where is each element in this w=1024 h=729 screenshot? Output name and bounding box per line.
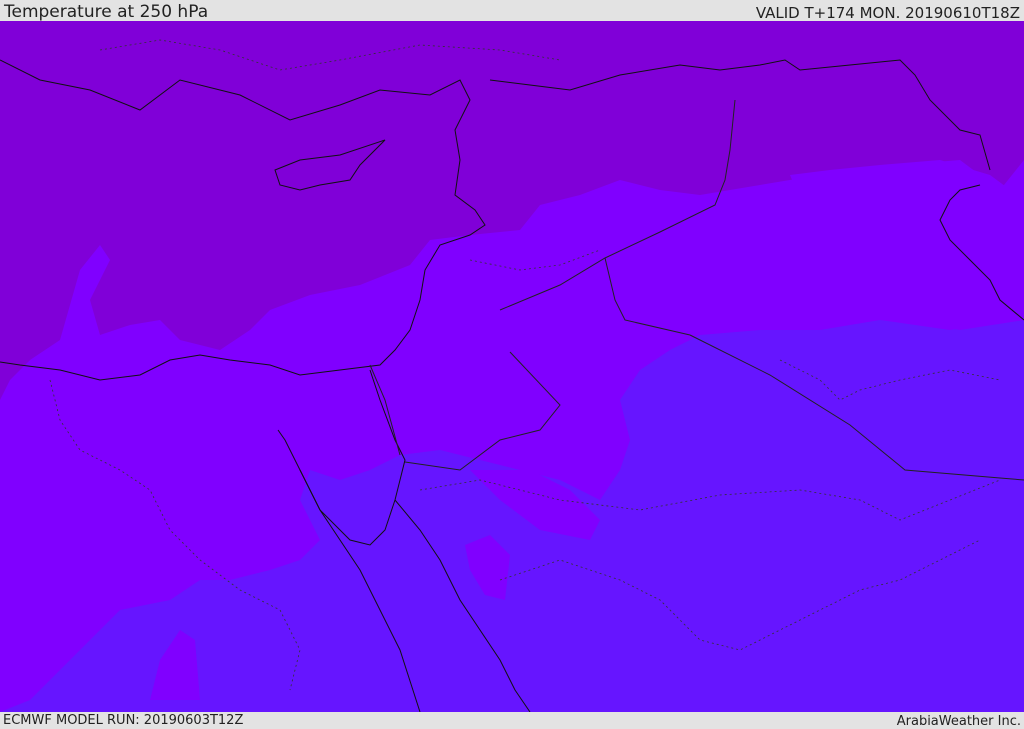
valid-time: VALID T+174 MON. 20190610T18Z xyxy=(755,4,1020,22)
credit: ArabiaWeather Inc. xyxy=(896,714,1021,729)
temperature-map xyxy=(0,21,1024,712)
header-bar: Temperature at 250 hPa VALID T+174 MON. … xyxy=(0,0,1024,21)
map-title: Temperature at 250 hPa xyxy=(4,2,209,22)
model-run: ECMWF MODEL RUN: 20190603T12Z xyxy=(3,713,244,728)
footer-bar: ECMWF MODEL RUN: 20190603T12Z ArabiaWeat… xyxy=(0,712,1024,729)
